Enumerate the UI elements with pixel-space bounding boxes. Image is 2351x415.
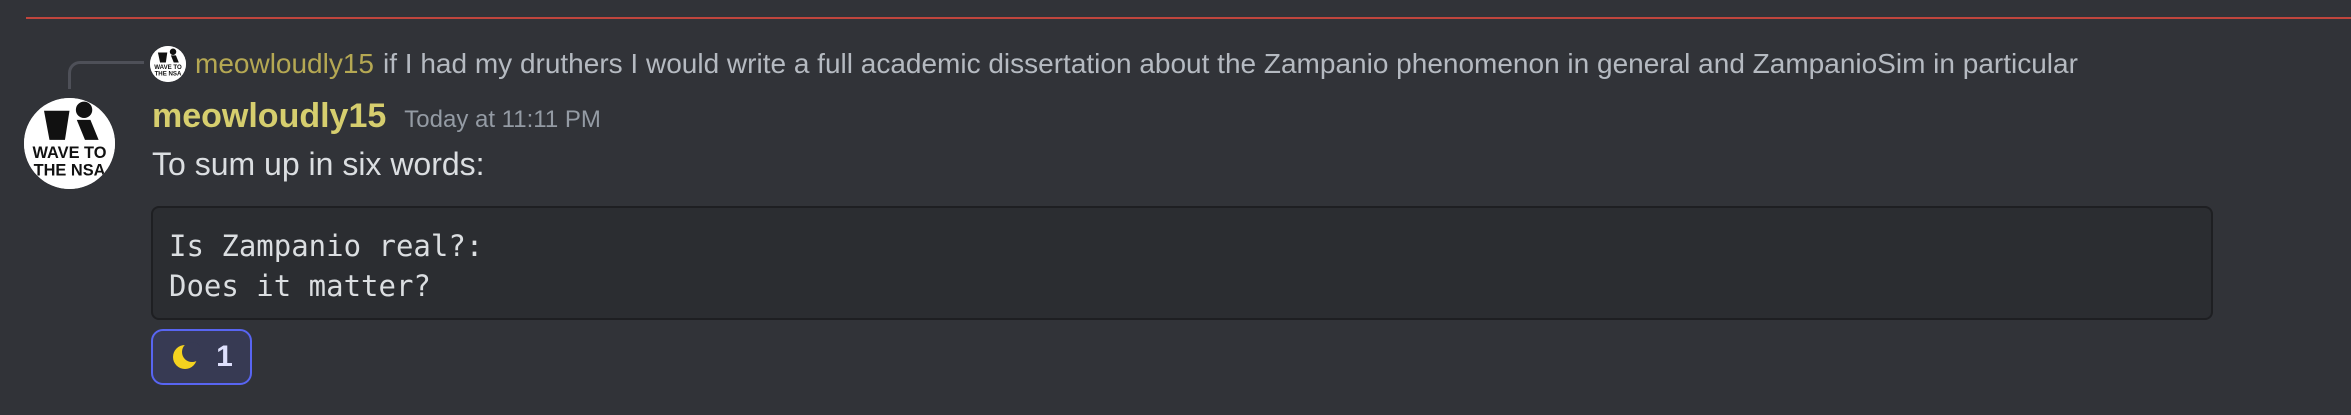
code-line: Does it matter? bbox=[169, 269, 431, 303]
reply-message-text[interactable]: if I had my druthers I would write a ful… bbox=[383, 48, 2078, 80]
new-messages-divider bbox=[26, 17, 2351, 19]
reply-avatar[interactable]: WAVE TO THE NSA bbox=[150, 46, 186, 82]
message-header: meowloudly15 Today at 11:11 PM bbox=[152, 97, 601, 141]
message-timestamp[interactable]: Today at 11:11 PM bbox=[404, 106, 601, 134]
code-block: Is Zampanio real?: Does it matter? bbox=[151, 206, 2213, 320]
code-line: Is Zampanio real?: bbox=[169, 229, 484, 263]
author-name[interactable]: meowloudly15 bbox=[152, 97, 386, 136]
avatar-text-line-1: WAVE TO bbox=[154, 64, 182, 71]
avatar-logo-icon: WAVE TO THE NSA bbox=[150, 46, 186, 82]
avatar-text-line-2: THE NSA bbox=[155, 71, 182, 78]
reply-connector-line bbox=[68, 61, 144, 89]
message-text: To sum up in six words: bbox=[152, 146, 485, 182]
reply-preview[interactable]: WAVE TO THE NSA meowloudly15 if I had my… bbox=[150, 46, 2078, 82]
reply-author-name[interactable]: meowloudly15 bbox=[195, 48, 374, 80]
reaction-count: 1 bbox=[216, 340, 233, 373]
avatar-text-line-2: THE NSA bbox=[34, 161, 106, 179]
author-avatar[interactable]: WAVE TO THE NSA bbox=[24, 98, 115, 189]
avatar-logo-icon: WAVE TO THE NSA bbox=[24, 98, 115, 189]
reaction-button[interactable]: 1 bbox=[151, 329, 252, 385]
avatar-text-line-1: WAVE TO bbox=[33, 144, 107, 162]
crescent-moon-icon bbox=[173, 342, 201, 369]
